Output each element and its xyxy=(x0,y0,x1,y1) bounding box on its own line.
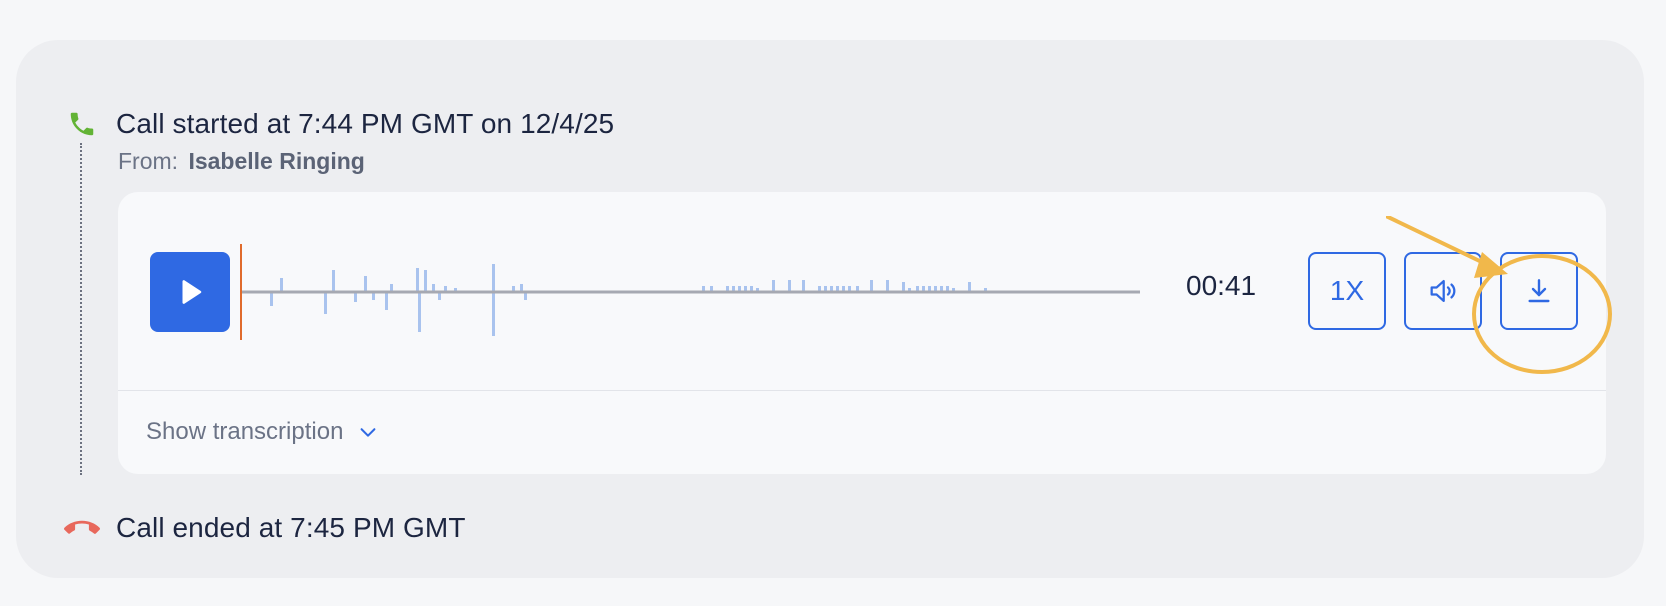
call-ended-row: Call ended at 7:45 PM GMT xyxy=(64,510,466,546)
timeline-connector xyxy=(80,143,82,475)
waveform-bars xyxy=(270,264,987,336)
phone-icon xyxy=(64,106,100,142)
waveform-bar xyxy=(492,292,495,336)
chevron-down-icon xyxy=(357,421,379,443)
call-started-row: Call started at 7:44 PM GMT on 12/4/25 xyxy=(64,106,614,142)
call-started-text: Call started at 7:44 PM GMT on 12/4/25 xyxy=(116,108,615,139)
waveform-bar xyxy=(886,280,889,292)
duration-label: 00:41 xyxy=(1186,270,1257,301)
call-ended-text: Call ended at 7:45 PM GMT xyxy=(116,512,466,543)
phone-hangup-icon xyxy=(64,510,100,546)
waveform-bar xyxy=(416,268,419,292)
caller-info: From: Isabelle Ringing xyxy=(118,148,365,175)
show-transcription-label: Show transcription xyxy=(146,418,344,445)
waveform-bar xyxy=(802,280,805,292)
audio-waveform[interactable] xyxy=(240,244,1140,340)
download-icon xyxy=(1528,279,1550,303)
show-transcription-toggle[interactable]: Show transcription xyxy=(146,418,379,446)
waveform-bar xyxy=(324,292,327,314)
waveform-bar xyxy=(772,280,775,292)
player-divider xyxy=(118,390,1606,391)
waveform-bar xyxy=(424,270,427,292)
waveform-bar xyxy=(332,270,335,292)
waveform-bar xyxy=(270,292,273,306)
playback-speed-label: 1X xyxy=(1329,275,1365,306)
volume-button[interactable] xyxy=(1404,252,1482,330)
waveform-bar xyxy=(870,280,873,292)
waveform-bar xyxy=(280,278,283,292)
waveform-bar xyxy=(385,292,388,310)
waveform-bar xyxy=(418,292,421,332)
waveform-bar xyxy=(788,280,791,292)
waveform-bar xyxy=(364,276,367,292)
from-label: From: xyxy=(118,148,179,174)
audio-player: 00:41 1X Show transcription xyxy=(118,192,1606,474)
volume-icon xyxy=(1430,279,1456,303)
playback-speed-button[interactable]: 1X xyxy=(1308,252,1386,330)
caller-name: Isabelle Ringing xyxy=(188,148,365,174)
play-button[interactable] xyxy=(150,252,230,332)
play-icon xyxy=(182,280,202,304)
download-button[interactable] xyxy=(1500,252,1578,330)
call-log-card: Call started at 7:44 PM GMT on 12/4/25 F… xyxy=(16,40,1644,578)
waveform-bar xyxy=(492,264,495,292)
